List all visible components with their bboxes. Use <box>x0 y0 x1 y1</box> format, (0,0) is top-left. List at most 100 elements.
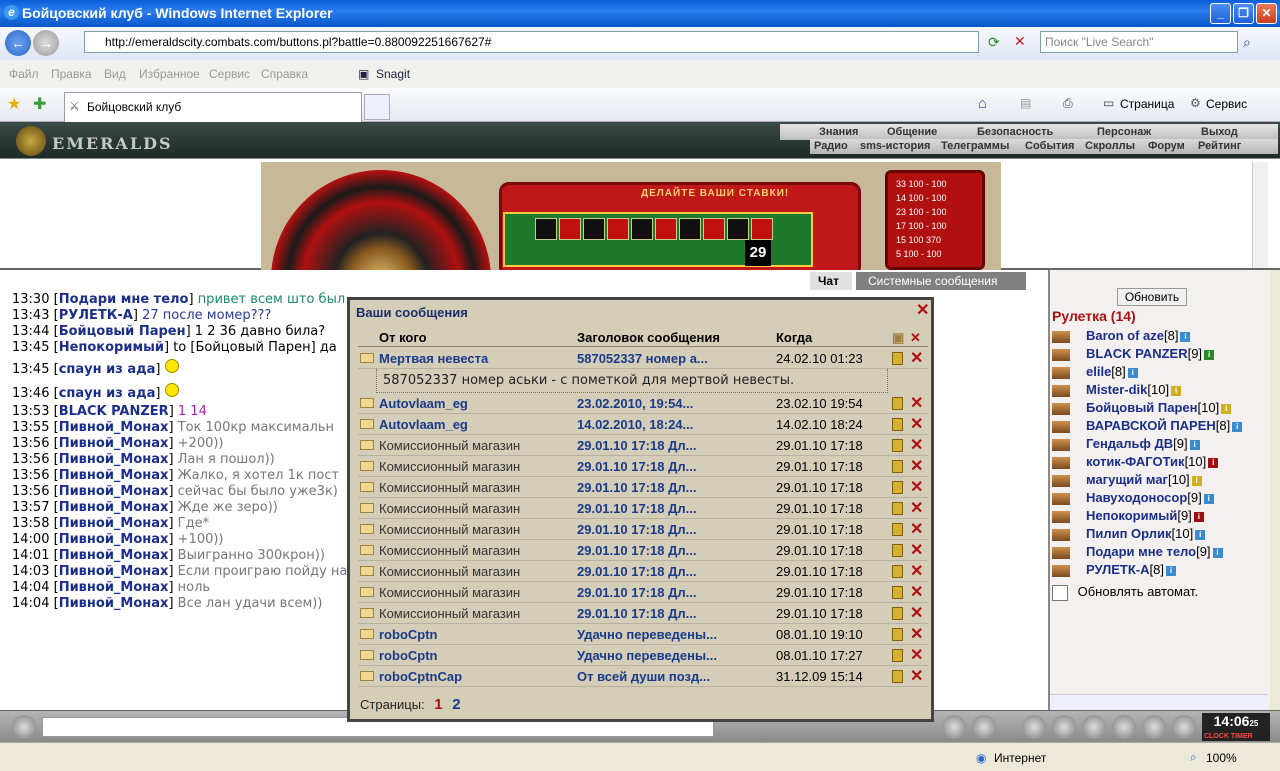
user-info-icon[interactable]: i <box>1203 493 1214 504</box>
message-subject[interactable]: 29.01.10 17:18 Дл... <box>577 438 696 453</box>
chat-nick[interactable]: спаун из ада <box>59 362 156 377</box>
message-from[interactable]: roboCptnCap <box>379 669 462 684</box>
tab-chat[interactable]: Чат <box>810 272 852 290</box>
close-window-button[interactable]: ✕ <box>1256 3 1277 24</box>
lock-icon[interactable] <box>892 565 903 578</box>
auto-refresh-checkbox[interactable] <box>1052 584 1068 601</box>
menu-help[interactable]: Справка <box>261 67 308 81</box>
back-button[interactable]: ← <box>5 30 31 56</box>
message-subject[interactable]: 29.01.10 17:18 Дл... <box>577 585 696 600</box>
user-name[interactable]: Гендальф ДВ <box>1086 436 1173 451</box>
menu-character[interactable]: Персонаж <box>1097 126 1151 138</box>
submenu-scrolls[interactable]: Скроллы <box>1085 140 1135 152</box>
delete-message-icon[interactable]: ✕ <box>910 645 923 665</box>
message-subject[interactable]: Удачно переведены... <box>577 627 717 642</box>
user-info-icon[interactable]: i <box>1195 529 1206 540</box>
chat-nick[interactable]: Пивной_Монах <box>59 596 169 611</box>
print-icon[interactable]: ⎙ <box>1063 96 1073 111</box>
user-info-icon[interactable]: i <box>1191 475 1202 486</box>
tab-system-messages[interactable]: Системные сообщения <box>856 272 1026 290</box>
roulette-game[interactable]: ДЕЛАЙТЕ ВАШИ СТАВКИ! 29 33 100 - 100 14 … <box>261 162 1001 270</box>
message-from[interactable]: roboCptn <box>379 648 437 663</box>
search-icon[interactable]: ⌕ <box>1243 34 1251 51</box>
message-subject[interactable]: 29.01.10 17:18 Дл... <box>577 480 696 495</box>
message-from[interactable]: Комиссионный магазин <box>379 438 520 453</box>
message-subject[interactable]: 29.01.10 17:18 Дл... <box>577 522 696 537</box>
menu-exit[interactable]: Выход <box>1201 126 1238 138</box>
message-row[interactable]: Мертвая невеста 587052337 номер а... 24.02… <box>358 348 928 369</box>
room-scrollbar[interactable] <box>1050 694 1268 710</box>
private-message-icon[interactable] <box>1052 384 1070 397</box>
maximize-button[interactable]: ❐ <box>1233 3 1254 24</box>
user-name[interactable]: elile <box>1086 364 1111 379</box>
lock-icon[interactable] <box>892 439 903 452</box>
submenu-rating[interactable]: Рейтинг <box>1198 140 1241 152</box>
forward-button[interactable]: → <box>33 30 59 56</box>
private-message-icon[interactable] <box>1052 474 1070 487</box>
message-subject[interactable]: 29.01.10 17:18 Дл... <box>577 564 696 579</box>
menu-favorites[interactable]: Избранное <box>139 67 200 81</box>
user-name[interactable]: котик-ФАГОТик <box>1086 454 1185 469</box>
message-row[interactable]: Комиссионный магазин 29.01.10 17:18 Дл...… <box>358 519 928 540</box>
user-info-icon[interactable]: i <box>1165 565 1176 576</box>
stop-icon[interactable]: ✕ <box>1014 33 1026 50</box>
delete-message-icon[interactable]: ✕ <box>910 477 923 497</box>
user-info-icon[interactable]: i <box>1212 547 1223 558</box>
message-subject[interactable]: 587052337 номер а... <box>577 351 708 366</box>
user-info-icon[interactable]: i <box>1221 403 1232 414</box>
minimize-button[interactable]: _ <box>1210 3 1231 24</box>
browser-tab-active[interactable]: ⚔ Бойцовский клуб <box>64 92 362 122</box>
message-row[interactable]: Комиссионный магазин 29.01.10 17:18 Дл...… <box>358 435 928 456</box>
delete-message-icon[interactable]: ✕ <box>910 561 923 581</box>
private-message-icon[interactable] <box>1052 492 1070 505</box>
message-from[interactable]: Autovlaam_eg <box>379 396 468 411</box>
delete-message-icon[interactable]: ✕ <box>910 624 923 644</box>
board-cell[interactable] <box>655 218 677 240</box>
chat-nick[interactable]: Пивной_Монах <box>59 436 169 451</box>
delete-message-icon[interactable]: ✕ <box>910 582 923 602</box>
menu-view[interactable]: Вид <box>104 67 126 81</box>
refresh-button[interactable]: Обновить <box>1117 288 1187 306</box>
favorites-star-icon[interactable]: ★ <box>7 94 21 114</box>
search-input[interactable]: Поиск "Live Search" <box>1040 31 1238 53</box>
message-row[interactable]: Autovlaam_eg 23.02.2010, 19:54... 23.02.10… <box>358 393 928 414</box>
new-tab-button[interactable] <box>364 94 390 120</box>
lock-all-icon[interactable]: ▣ <box>892 330 904 346</box>
inventory-icon[interactable] <box>1022 715 1046 739</box>
user-name[interactable]: ВАРАВСКОЙ ПАРЕН <box>1086 418 1216 433</box>
message-row[interactable]: Autovlaam_eg 14.02.2010, 18:24... 14.02.10… <box>358 414 928 435</box>
user-info-icon[interactable]: i <box>1208 457 1219 468</box>
private-message-icon[interactable] <box>1052 510 1070 523</box>
home-icon[interactable]: ⌂ <box>978 95 987 112</box>
message-row[interactable]: Комиссионный магазин 29.01.10 17:18 Дл...… <box>358 477 928 498</box>
chat-nick[interactable]: Пивной_Монах <box>59 564 169 579</box>
auto-refresh-option[interactable]: Обновлять автомат. <box>1052 584 1198 601</box>
user-name[interactable]: Навуходоносор <box>1086 490 1187 505</box>
fight-icon[interactable] <box>1082 715 1106 739</box>
user-info-icon[interactable]: i <box>1189 439 1200 450</box>
delete-message-icon[interactable]: ✕ <box>910 456 923 476</box>
submenu-forum[interactable]: Форум <box>1148 140 1185 152</box>
betting-board[interactable]: 29 <box>503 212 813 267</box>
chat-nick[interactable]: BLACK PANZER <box>59 404 169 419</box>
private-message-icon[interactable] <box>1052 528 1070 541</box>
message-subject[interactable]: 23.02.2010, 19:54... <box>577 396 693 411</box>
user-name[interactable]: Baron of aze <box>1086 328 1164 343</box>
delete-message-icon[interactable]: ✕ <box>910 348 923 368</box>
snagit-button[interactable]: Snagit <box>376 67 410 81</box>
chat-nick[interactable]: Пивной_Монах <box>59 468 169 483</box>
private-message-icon[interactable] <box>1052 564 1070 577</box>
message-row[interactable]: Комиссионный магазин 29.01.10 17:18 Дл...… <box>358 540 928 561</box>
board-cell[interactable] <box>607 218 629 240</box>
lock-icon[interactable] <box>892 397 903 410</box>
lock-icon[interactable] <box>892 460 903 473</box>
chat-nick[interactable]: Непокоримый <box>59 340 164 355</box>
message-subject[interactable]: 29.01.10 17:18 Дл... <box>577 606 696 621</box>
chat-nick[interactable]: РУЛЕТК-А <box>59 308 133 323</box>
lock-icon[interactable] <box>892 649 903 662</box>
submenu-sms[interactable]: sms-история <box>860 140 930 152</box>
smile-icon[interactable] <box>942 715 966 739</box>
menu-knowledge[interactable]: Знания <box>819 126 858 138</box>
board-cell[interactable] <box>535 218 557 240</box>
chat-nick[interactable]: Пивной_Монах <box>59 532 169 547</box>
